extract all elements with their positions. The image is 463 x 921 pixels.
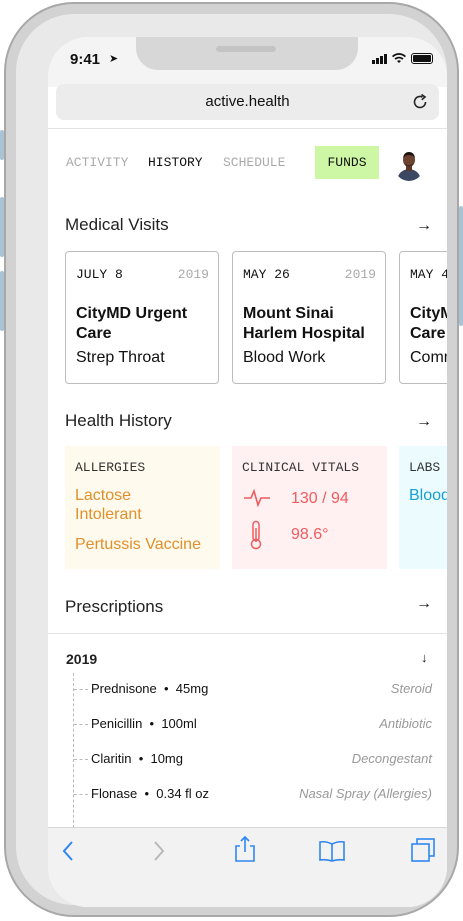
prescriptions-title: Prescriptions — [65, 597, 164, 616]
collapse-arrow-icon[interactable]: ↓ — [421, 650, 428, 665]
screen: 9:41 ➤ active.health ACTIVITY HISTORY SC… — [48, 37, 447, 907]
prescription-type: Decongestant — [351, 751, 432, 766]
labs-text: Blood sign other — [409, 487, 447, 504]
visit-place: CityMD Urgent Care — [76, 305, 188, 342]
prescription-type: Nasal Spray (Allergies) — [299, 786, 432, 801]
medical-visits-arrow-icon[interactable]: → — [416, 217, 432, 235]
cellular-signal-icon — [372, 53, 387, 64]
status-icons — [372, 53, 433, 64]
clinical-vitals-label: CLINICAL VITALS — [242, 460, 360, 475]
notch — [136, 37, 358, 70]
visit-reason: Comm — [410, 349, 447, 366]
prescription-name-dose: Penicillin • 100ml — [91, 716, 197, 731]
clinical-vitals-card[interactable]: CLINICAL VITALS 130 / 94 98.6° — [232, 446, 387, 569]
tab-schedule[interactable]: SCHEDULE — [223, 155, 285, 170]
visit-reason: Strep Throat — [76, 349, 165, 366]
avatar[interactable] — [394, 149, 424, 181]
prescription-row[interactable]: Prednisone • 45mg Steroid — [74, 679, 432, 699]
prescription-type: Steroid — [390, 681, 432, 696]
prescription-name-dose: Claritin • 10mg — [91, 751, 183, 766]
tabs-icon[interactable] — [410, 837, 436, 863]
visit-card[interactable]: MAY 26 2019 Mount Sinai Harlem Hospital … — [232, 251, 386, 384]
visit-year: 2019 — [177, 267, 209, 282]
timeline-tick — [74, 689, 88, 690]
prescription-row[interactable]: Penicillin • 100ml Antibiotic — [74, 714, 432, 734]
visit-date: JULY 8 — [76, 267, 123, 282]
address-bar[interactable]: active.health — [56, 84, 439, 120]
prescriptions-year: 2019 — [66, 651, 98, 667]
medical-visits-title: Medical Visits — [65, 215, 169, 234]
health-history-title: Health History — [65, 411, 172, 430]
browser-toolbar — [48, 827, 447, 907]
prescriptions-divider — [48, 633, 447, 634]
blood-pressure-value: 130 / 94 — [291, 490, 349, 507]
timeline-tick — [74, 759, 88, 760]
visit-place: Mount Sinai Harlem Hospital — [243, 305, 365, 342]
visit-card[interactable]: JULY 8 2019 CityMD Urgent Care Strep Thr… — [65, 251, 219, 384]
forward-icon[interactable] — [152, 840, 166, 862]
prescription-row[interactable]: Claritin • 10mg Decongestant — [74, 749, 432, 769]
temperature-value: 98.6° — [291, 526, 329, 543]
status-time: 9:41 — [70, 51, 101, 68]
power-button — [459, 206, 463, 326]
prescriptions-arrow-icon[interactable]: → — [416, 595, 432, 613]
heart-rate-icon — [244, 488, 270, 508]
visit-date: MAY 4 — [410, 267, 447, 282]
timeline-tick — [74, 724, 88, 725]
visit-reason: Blood Work — [243, 349, 326, 366]
tab-history[interactable]: HISTORY — [148, 155, 203, 170]
funds-button[interactable]: FUNDS — [315, 146, 379, 179]
battery-icon — [411, 53, 433, 64]
bookmarks-icon[interactable] — [318, 840, 346, 862]
speaker-grille — [216, 46, 276, 52]
health-history-arrow-icon[interactable]: → — [416, 413, 432, 431]
visit-place: CityMD Urgent Care — [410, 305, 447, 342]
prescription-name-dose: Flonase • 0.34 fl oz — [91, 786, 210, 801]
allergy-item: Pertussis Vaccine — [75, 536, 201, 553]
phone-frame: 9:41 ➤ active.health ACTIVITY HISTORY SC… — [4, 2, 459, 917]
tab-activity[interactable]: ACTIVITY — [66, 155, 128, 170]
timeline-tick — [74, 794, 88, 795]
visit-date: MAY 26 — [243, 267, 290, 282]
phone-bezel: 9:41 ➤ active.health ACTIVITY HISTORY SC… — [16, 14, 447, 907]
allergies-label: ALLERGIES — [75, 460, 146, 475]
visit-card[interactable]: MAY 4 CityMD Urgent Care Comm — [399, 251, 447, 384]
url-divider — [48, 128, 447, 129]
avatar-image — [394, 149, 424, 181]
prescription-row[interactable]: Flonase • 0.34 fl oz Nasal Spray (Allerg… — [74, 784, 432, 804]
location-icon: ➤ — [109, 53, 119, 65]
reload-icon[interactable] — [411, 93, 429, 111]
allergies-card[interactable]: ALLERGIES Lactose Intolerant Pertussis V… — [65, 446, 220, 569]
status-bar: 9:41 ➤ — [48, 37, 447, 87]
prescription-type: Antibiotic — [379, 716, 432, 731]
visit-year: 2019 — [344, 267, 376, 282]
labs-card[interactable]: LABS Blood sign other — [399, 446, 447, 569]
back-icon[interactable] — [61, 840, 75, 862]
url-text: active.health — [205, 93, 290, 110]
thermometer-icon — [250, 520, 262, 550]
allergy-item: Lactose Intolerant — [75, 487, 142, 523]
labs-label: LABS — [409, 460, 441, 475]
prescription-name-dose: Prednisone • 45mg — [91, 681, 209, 696]
wifi-icon — [392, 53, 406, 63]
share-icon[interactable] — [234, 835, 256, 863]
